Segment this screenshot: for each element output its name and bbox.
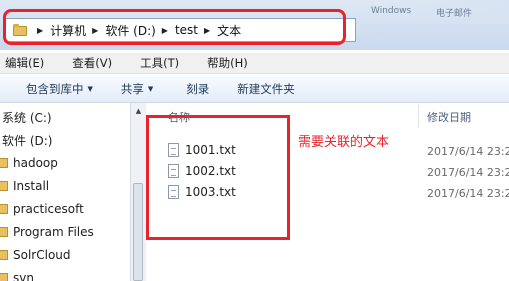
new-folder-label: 新建文件夹 <box>237 82 295 96</box>
share-label: 共享 <box>120 82 144 96</box>
scroll-up-icon[interactable]: ▲ <box>131 103 146 119</box>
sidebar-item-drive-c[interactable]: 系统 (C:) <box>2 107 52 127</box>
navigation-pane: 系统 (C:) 软件 (D:) hadoop Install practices… <box>0 103 130 281</box>
sidebar-item-label: Install <box>13 179 50 193</box>
titlebar-faint-text-2: 电子邮件 <box>436 9 473 19</box>
column-header-modified[interactable]: 修改日期 <box>427 109 471 125</box>
scrollbar-thumb[interactable] <box>133 183 143 281</box>
include-library-label: 包含到库中 <box>26 82 84 96</box>
sidebar-item-svn[interactable]: svn <box>0 268 34 281</box>
sidebar-item-hadoop[interactable]: hadoop <box>0 153 58 173</box>
sidebar-item-program-files[interactable]: Program Files <box>0 222 94 242</box>
file-date: 2017/6/14 23:2 <box>427 187 509 200</box>
annotation-note: 需要关联的文本 <box>298 135 390 150</box>
sidebar-item-install[interactable]: Install <box>0 176 49 196</box>
dropdown-arrow-icon: ▼ <box>87 85 93 93</box>
column-divider[interactable] <box>418 105 419 127</box>
folder-icon <box>0 227 8 237</box>
folder-icon <box>0 204 8 214</box>
sidebar-item-label: hadoop <box>13 156 58 170</box>
folder-icon <box>0 158 8 168</box>
command-toolbar: 包含到库中 ▼ 共享 ▼ 刻录 新建文件夹 <box>0 76 509 103</box>
annotation-highlight-address <box>3 9 346 45</box>
folder-icon <box>0 181 8 191</box>
burn-label: 刻录 <box>186 82 210 96</box>
sidebar-item-label: svn <box>13 271 34 281</box>
burn-button[interactable]: 刻录 <box>186 81 209 97</box>
titlebar-faint-text-1: Windows <box>371 6 412 16</box>
file-date: 2017/6/14 23:2 <box>427 145 509 158</box>
menu-tools[interactable]: 工具(T) <box>140 55 179 71</box>
dropdown-arrow-icon: ▼ <box>147 85 154 93</box>
menu-view[interactable]: 查看(V) <box>72 55 112 71</box>
menu-help[interactable]: 帮助(H) <box>207 55 248 71</box>
sidebar-item-practicesoft[interactable]: practicesoft <box>0 199 84 219</box>
new-folder-button[interactable]: 新建文件夹 <box>237 81 295 97</box>
file-date: 2017/6/14 23:2 <box>427 166 509 179</box>
sidebar-item-drive-d[interactable]: 软件 (D:) <box>2 130 52 150</box>
sidebar-item-label: 系统 (C:) <box>2 110 52 125</box>
annotation-highlight-files <box>146 115 290 240</box>
folder-icon <box>0 273 8 281</box>
sidebar-item-label: practicesoft <box>13 202 84 216</box>
sidebar-item-label: SolrCloud <box>13 248 71 262</box>
menu-bar: 编辑(E) 查看(V) 工具(T) 帮助(H) <box>0 53 509 74</box>
sidebar-item-solrcloud[interactable]: SolrCloud <box>0 245 71 265</box>
sidebar-item-label: Program Files <box>13 225 94 239</box>
menu-edit[interactable]: 编辑(E) <box>5 55 44 71</box>
sidebar-item-label: 软件 (D:) <box>2 133 53 148</box>
include-library-button[interactable]: 包含到库中 ▼ <box>26 81 93 97</box>
share-button[interactable]: 共享 ▼ <box>121 81 153 97</box>
folder-icon <box>0 250 8 260</box>
sidebar-scrollbar[interactable]: ▲ <box>130 103 146 281</box>
